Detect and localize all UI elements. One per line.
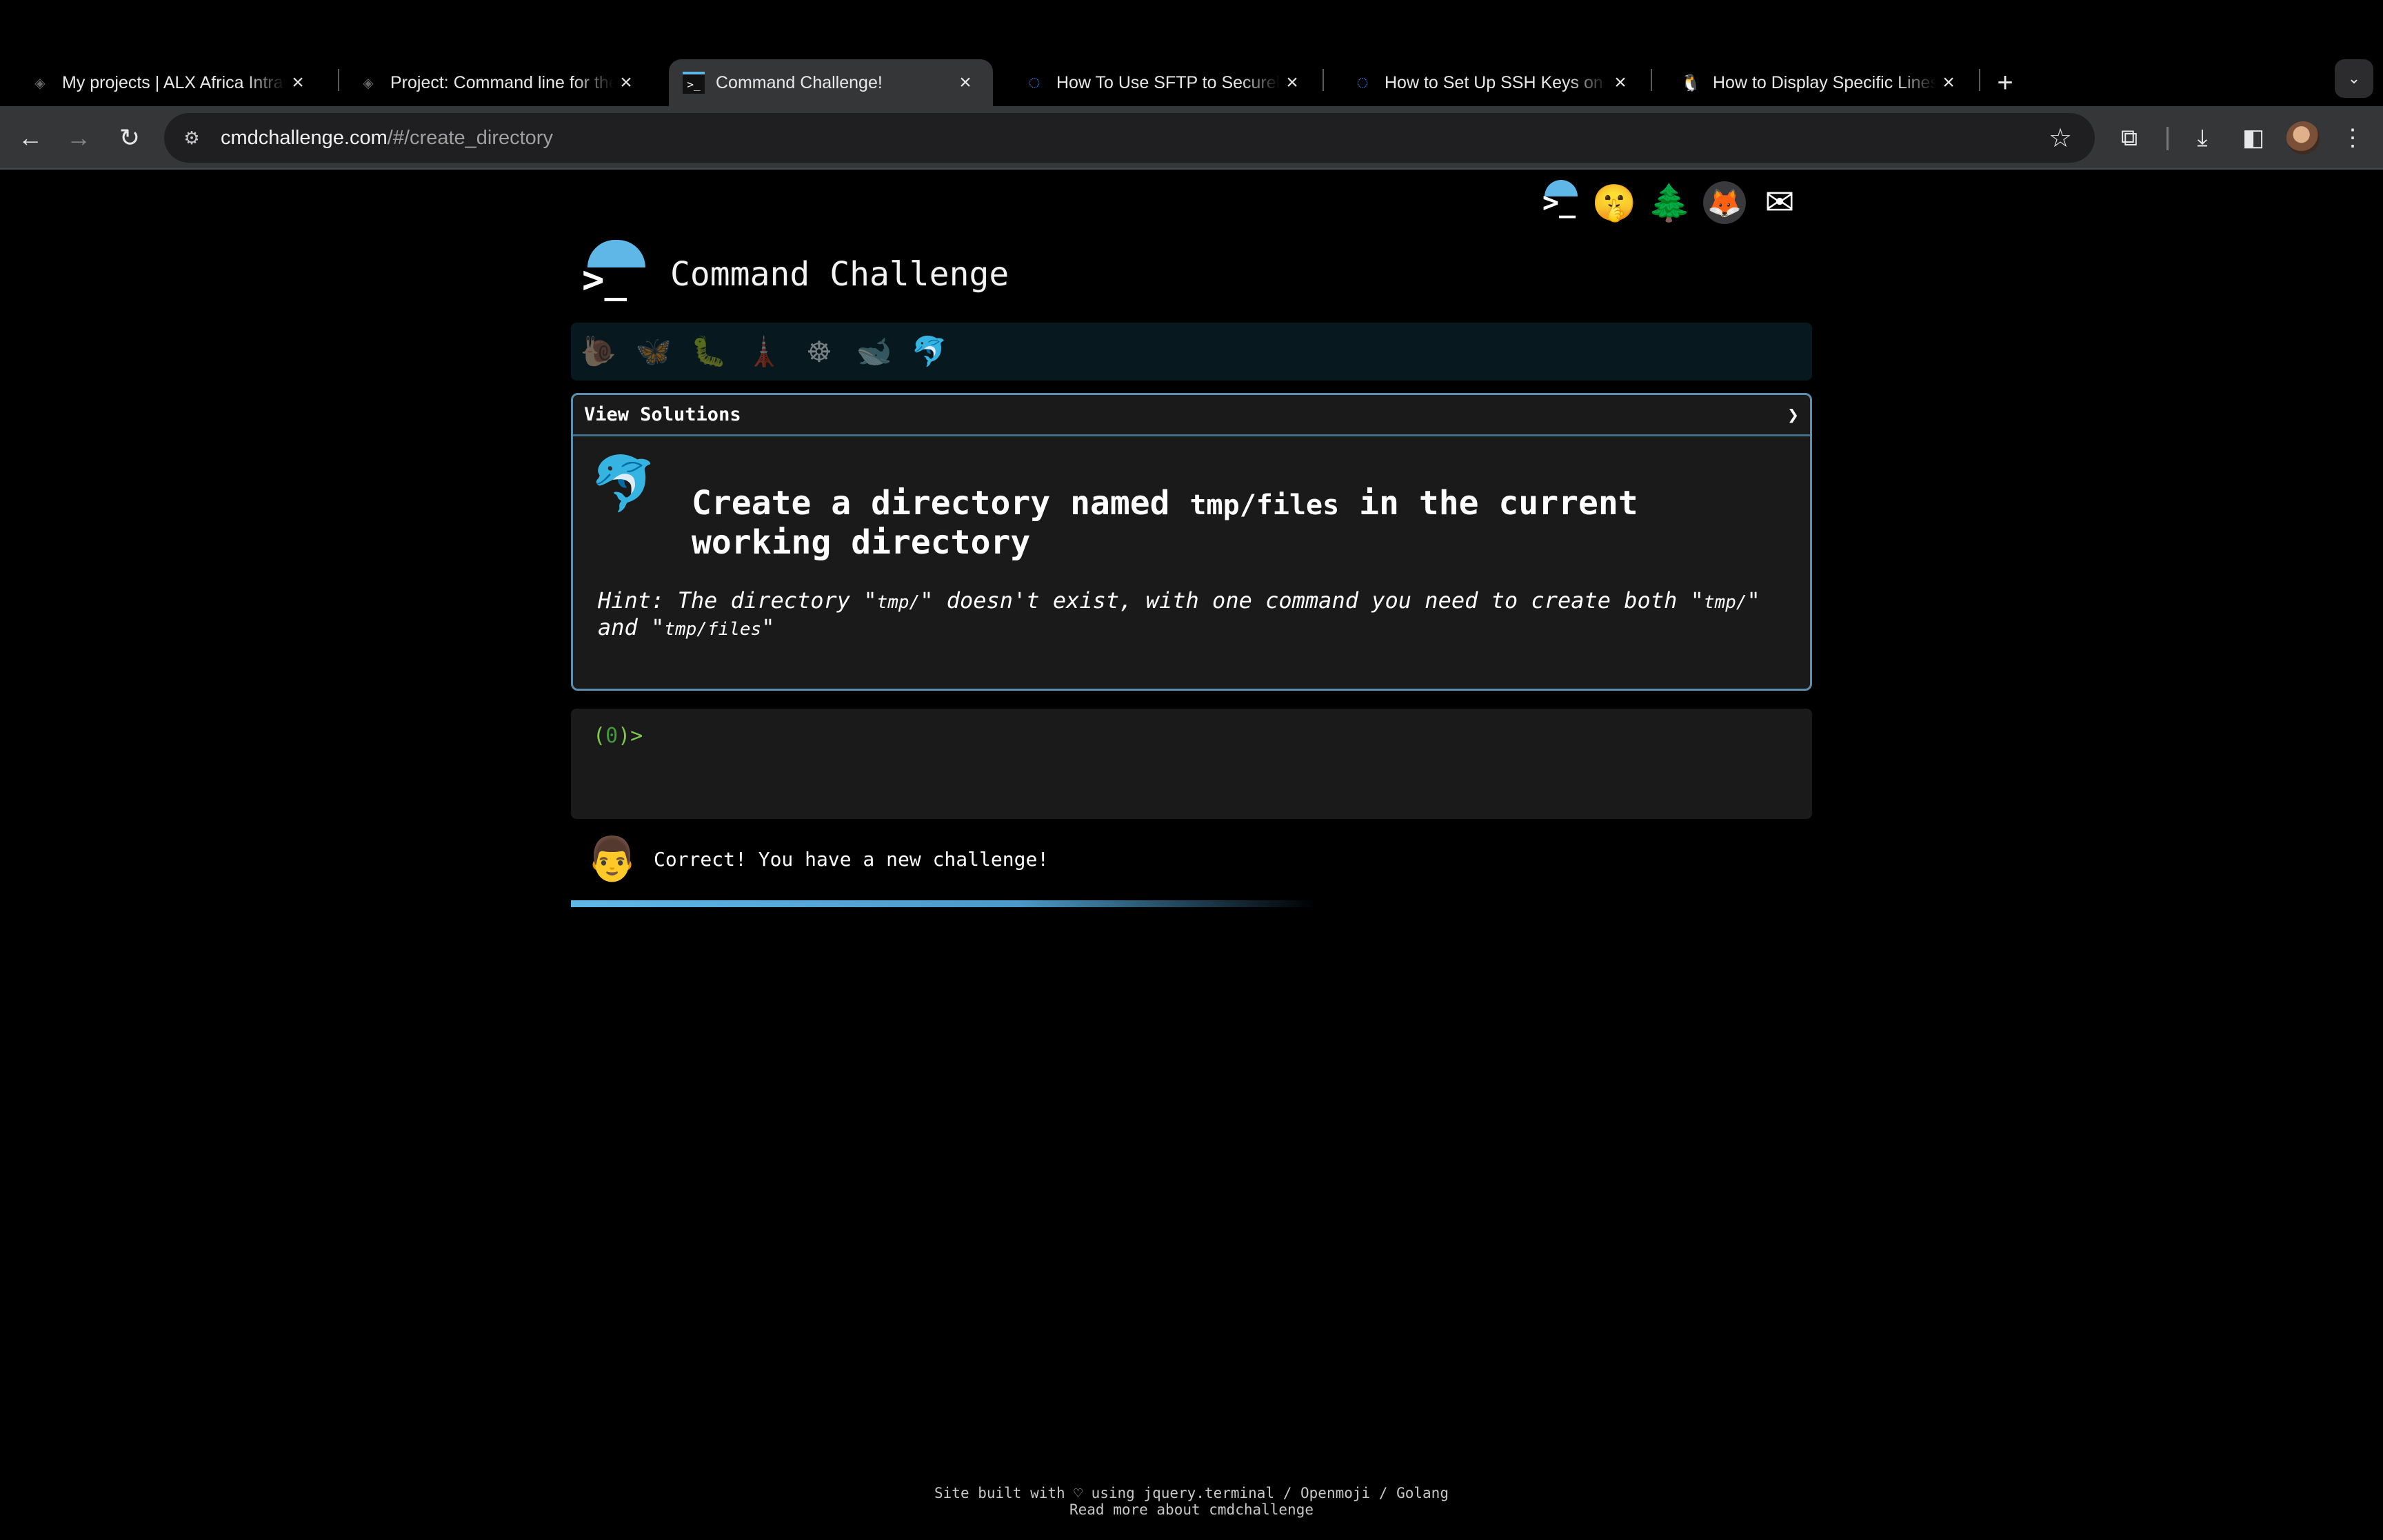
footer: Site built with ♡ using jquery.terminal … [0, 1485, 2383, 1518]
browser-tab[interactable]: ◌ How to Set Up SSH Keys on Ubuntu × [1324, 59, 1648, 106]
toolbar-divider [2166, 127, 2169, 150]
digitalocean-favicon-icon: ◌ [1356, 71, 1369, 94]
site-logo: >_ [576, 237, 645, 306]
alx-favicon-icon: ◈ [363, 75, 374, 91]
challenge-hint: Hint: The directory "tmp/" doesn't exist… [598, 587, 1760, 640]
tab-title: How To Use SFTP to Securely Transfer Fil… [1056, 72, 1280, 92]
browser-toolbar: ← → ↻ ⚙ cmdchallenge.com/#/create_direct… [0, 106, 2383, 170]
terminal-input[interactable]: (0)> [571, 709, 1812, 819]
new-tab-button[interactable]: + [1987, 65, 2023, 101]
challenge-panel: View Solutions ❯ 🐬 Create a directory na… [571, 393, 1812, 691]
browser-tab-strip: ◈ My projects | ALX Africa Intranet × ◈ … [0, 0, 2383, 106]
address-bar[interactable]: ⚙ cmdchallenge.com/#/create_directory ☆ [164, 113, 2095, 163]
terminal-icon[interactable]: >_ [1538, 180, 1580, 224]
close-tab-icon[interactable]: × [1280, 70, 1305, 95]
tab-search-chevron-icon[interactable]: ⌄ [2335, 59, 2373, 98]
close-tab-icon[interactable]: × [1608, 70, 1633, 95]
site-settings-icon[interactable]: ⚙ [174, 120, 210, 156]
browser-tab[interactable]: ◌ How To Use SFTP to Securely Transfer F… [996, 59, 1320, 106]
digitalocean-favicon-icon: ◌ [1028, 71, 1040, 94]
logo-prompt: >_ [582, 258, 627, 301]
footer-about-link[interactable]: Read more about cmdchallenge [0, 1501, 2383, 1518]
gitlab-icon[interactable]: 🦊 [1703, 181, 1746, 224]
back-arrow-icon[interactable]: ← [11, 119, 50, 157]
level-butterfly-icon[interactable]: 🦋 [636, 334, 672, 369]
reload-icon[interactable]: ↻ [110, 119, 149, 157]
tab-separator [1979, 69, 1980, 91]
terminal-favicon-icon: >_ [683, 72, 705, 94]
tab-title: Command Challenge! [716, 72, 883, 92]
browser-tab[interactable]: ◈ Project: Command line for the web × [330, 59, 654, 106]
side-panel-icon[interactable]: ◧ [2234, 119, 2273, 157]
challenge-title: Create a directory named tmp/files in th… [692, 484, 1638, 562]
url-text: cmdchallenge.com/#/create_directory [221, 126, 553, 149]
close-tab-icon[interactable]: × [953, 70, 978, 95]
extensions-puzzle-icon[interactable]: ⧉ [2110, 119, 2149, 157]
browser-tab[interactable]: 🐧 How to Display Specific Lines of a Fil… [1652, 59, 1976, 106]
level-wheel-icon[interactable]: ☸ [801, 334, 837, 369]
close-tab-icon[interactable]: × [285, 70, 310, 95]
forward-arrow-icon[interactable]: → [59, 119, 98, 157]
level-lighthouse-icon[interactable]: 🗼 [746, 334, 782, 369]
tab-title: My projects | ALX Africa Intranet [62, 72, 285, 92]
level-selector: 🐌 🦋 🐛 🗼 ☸ 🐋 🐬 [571, 323, 1812, 381]
progress-fill [571, 900, 1316, 907]
person-avatar-icon: 👨 [585, 835, 639, 883]
level-snail-icon[interactable]: 🐌 [581, 334, 616, 369]
site-title: Command Challenge [670, 255, 1009, 294]
progress-bar [571, 900, 1812, 907]
feedback-row: 👨 Correct! You have a new challenge! [585, 831, 1049, 886]
dolphin-icon: 🐬 [590, 453, 657, 514]
envelope-icon[interactable]: ✉ [1758, 181, 1801, 224]
tab-title: Project: Command line for the web [390, 72, 614, 92]
shushing-face-icon[interactable]: 🤫 [1592, 181, 1637, 224]
alx-favicon-icon: ◈ [34, 75, 46, 91]
profile-avatar[interactable] [2286, 121, 2320, 154]
footer-credits[interactable]: Site built with ♡ using jquery.terminal … [0, 1485, 2383, 1501]
level-caterpillar-icon[interactable]: 🐛 [691, 334, 727, 369]
browser-menu-icon[interactable]: ⋮ [2333, 119, 2372, 157]
browser-tab-active[interactable]: >_ Command Challenge! × [669, 59, 993, 106]
linux-penguin-favicon-icon: 🐧 [1680, 73, 1701, 92]
feedback-message: Correct! You have a new challenge! [654, 847, 1049, 871]
level-dolphin-icon[interactable]: 🐬 [912, 334, 947, 369]
view-solutions-toggle[interactable]: View Solutions ❯ [573, 395, 1810, 436]
close-tab-icon[interactable]: × [614, 70, 639, 95]
bookmark-star-icon[interactable]: ☆ [2042, 120, 2078, 156]
close-tab-icon[interactable]: × [1936, 70, 1961, 95]
browser-tab[interactable]: ◈ My projects | ALX Africa Intranet × [1, 59, 325, 106]
level-whale-icon[interactable]: 🐋 [856, 334, 892, 369]
download-icon[interactable]: ⤓ [2183, 119, 2222, 157]
tab-title: How to Display Specific Lines of a File [1713, 72, 1936, 92]
chevron-right-icon: ❯ [1787, 403, 1799, 426]
tree-icon[interactable]: 🌲 [1647, 181, 1692, 224]
tab-title: How to Set Up SSH Keys on Ubuntu [1385, 72, 1608, 92]
top-links: >_ 🤫 🌲 🦊 ✉ [1538, 175, 1801, 230]
view-solutions-label: View Solutions [584, 404, 741, 425]
solved-count: 0 [605, 724, 619, 748]
